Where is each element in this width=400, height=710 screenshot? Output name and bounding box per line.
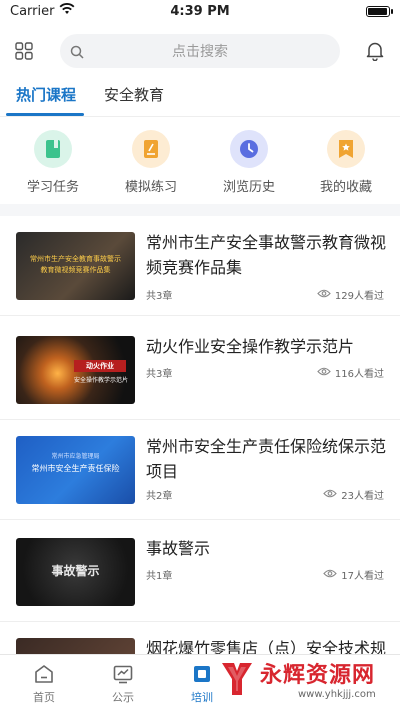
watermark-logo-icon xyxy=(222,663,252,695)
course-thumbnail: 事故警示 xyxy=(16,538,135,606)
course-thumbnail: 常州市应急管理局 常州市安全生产责任保险 xyxy=(16,436,135,504)
course-title: 事故警示 xyxy=(146,539,211,558)
section-separator xyxy=(0,204,400,216)
thumbnail-caption: 常州市安全生产责任保险 xyxy=(31,464,120,473)
wifi-icon xyxy=(59,3,75,19)
course-title: 常州市生产安全事故警示教育微视频竞赛作品集 xyxy=(146,233,387,277)
quick-action-label: 学习任务 xyxy=(26,180,79,195)
thumbnail-caption: 常州市应急管理局 xyxy=(51,453,100,460)
course-chapters: 共2章 xyxy=(146,491,173,502)
eye-icon xyxy=(323,489,338,501)
course-views: 23人看过 xyxy=(323,487,384,502)
course-title: 常州市安全生产责任保险统保示范项目 xyxy=(146,437,387,481)
quick-action-study-tasks[interactable]: 学习任务 xyxy=(13,130,93,195)
watermark: 永辉资源网 www.yhkjjj.com xyxy=(208,655,394,705)
eye-icon xyxy=(317,367,331,379)
clock-icon xyxy=(230,130,268,168)
thumbnail-caption: 教育微视频竞赛作品集 xyxy=(40,266,111,274)
course-item[interactable]: 动火作业 安全操作教学示范片 动火作业安全操作教学示范片 共3章 116人看过 xyxy=(0,320,400,420)
category-tabs: 热门课程 安全教育 xyxy=(0,80,400,116)
bookmark-star-icon xyxy=(327,130,365,168)
search-placeholder: 点击搜索 xyxy=(172,44,228,60)
pencil-paper-icon xyxy=(132,130,170,168)
course-item[interactable]: 事故警示 事故警示 共1章 17人看过 xyxy=(0,522,400,622)
chart-icon xyxy=(112,663,134,685)
nav-label: 首页 xyxy=(33,691,55,704)
status-bar: Carrier 4:39 PM xyxy=(0,0,400,22)
nav-home[interactable]: 首页 xyxy=(14,663,74,705)
book-icon xyxy=(34,130,72,168)
thumbnail-caption: 安全操作教学示范片 xyxy=(73,377,128,384)
course-thumbnail: 动火作业 安全操作教学示范片 xyxy=(16,336,135,404)
course-item[interactable]: 常州市生产安全教育事故警示 教育微视频竞赛作品集 常州市生产安全事故警示教育微视… xyxy=(0,216,400,316)
course-title: 动火作业安全操作教学示范片 xyxy=(146,337,355,356)
quick-action-label: 模拟练习 xyxy=(124,180,177,195)
course-views: 17人看过 xyxy=(323,567,384,582)
watermark-brand: 永辉资源网 xyxy=(260,663,376,688)
divider xyxy=(0,116,400,117)
quick-action-label: 浏览历史 xyxy=(222,180,275,195)
search-icon xyxy=(70,44,84,59)
bell-icon[interactable] xyxy=(366,41,384,62)
nav-label: 公示 xyxy=(112,691,134,704)
view-count: 116人看过 xyxy=(334,369,384,380)
course-views: 129人看过 xyxy=(317,287,384,302)
eye-icon xyxy=(317,289,331,301)
home-icon xyxy=(33,663,55,685)
quick-actions: 学习任务 模拟练习 浏览历史 我的收藏 xyxy=(0,130,400,200)
course-chapters: 共1章 xyxy=(146,571,173,582)
eye-icon xyxy=(323,569,338,581)
quick-action-mock-practice[interactable]: 模拟练习 xyxy=(111,130,191,195)
course-thumbnail: 常州市生产安全教育事故警示 教育微视频竞赛作品集 xyxy=(16,232,135,300)
course-views: 116人看过 xyxy=(317,365,384,380)
battery-icon xyxy=(366,5,393,17)
nav-announcements[interactable]: 公示 xyxy=(93,663,153,705)
search-input[interactable]: 点击搜索 xyxy=(60,34,340,68)
grid-menu-icon[interactable] xyxy=(15,42,33,60)
view-count: 17人看过 xyxy=(341,571,384,582)
carrier-label: Carrier xyxy=(10,3,55,19)
tab-safety-education[interactable]: 安全教育 xyxy=(104,84,164,105)
thumbnail-caption: 动火作业 xyxy=(86,362,114,370)
view-count: 23人看过 xyxy=(341,491,384,502)
thumbnail-caption: 事故警示 xyxy=(51,564,100,578)
tab-hot-courses[interactable]: 热门课程 xyxy=(16,84,76,105)
watermark-url: www.yhkjjj.com xyxy=(298,689,376,700)
course-item[interactable]: 常州市应急管理局 常州市安全生产责任保险 常州市安全生产责任保险统保示范项目 共… xyxy=(0,420,400,520)
course-chapters: 共3章 xyxy=(146,369,173,380)
thumbnail-caption: 常州市生产安全教育事故警示 xyxy=(30,255,121,263)
header: 点击搜索 xyxy=(0,32,400,70)
quick-action-label: 我的收藏 xyxy=(319,180,372,195)
course-chapters: 共3章 xyxy=(146,291,173,302)
view-count: 129人看过 xyxy=(334,291,384,302)
quick-action-browse-history[interactable]: 浏览历史 xyxy=(209,130,289,195)
quick-action-my-favorites[interactable]: 我的收藏 xyxy=(306,130,386,195)
